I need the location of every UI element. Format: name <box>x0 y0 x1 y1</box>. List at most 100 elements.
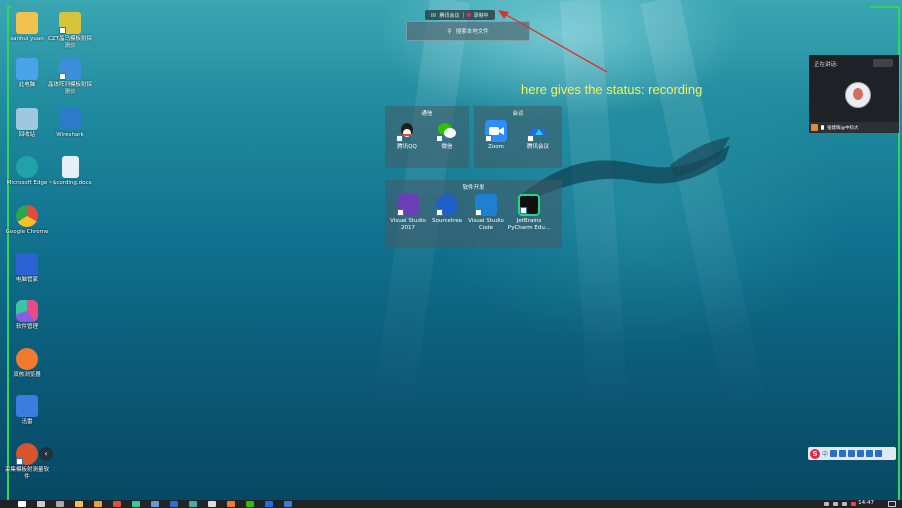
start-button[interactable] <box>18 501 26 507</box>
sogou-logo-icon: S <box>810 448 820 459</box>
taskbar-app-icon[interactable] <box>208 501 216 507</box>
pc-manager-icon <box>16 253 38 275</box>
wireshark-icon <box>59 108 81 130</box>
desktop-icon-chrome[interactable]: Google Chrome <box>5 205 49 236</box>
notification-icon[interactable] <box>888 501 896 507</box>
group-item-label: Visual Studio Code <box>468 218 504 231</box>
collapse-toolbar-button[interactable]: ‹ <box>39 447 53 461</box>
group-item-label: JetBrains PyCharm Edu... <box>507 218 551 231</box>
desktop-icon-label: sanhui yuan <box>10 36 44 42</box>
annotation-arrow <box>498 10 608 73</box>
volume-icon[interactable] <box>842 502 847 506</box>
desktop-icon-software-manager[interactable]: 软件管理 <box>5 300 49 331</box>
keyboard-icon[interactable] <box>857 450 865 457</box>
voice-input-icon[interactable] <box>848 450 856 457</box>
visual-studio-icon <box>397 194 419 216</box>
desktop-icon-label: 采集模板射测量软件 <box>5 467 50 480</box>
desktop-icon-wireshark[interactable]: Wireshark <box>48 108 92 139</box>
task-view-icon[interactable] <box>56 501 64 507</box>
taskbar-app-icon[interactable] <box>265 501 273 507</box>
group-item-label: 腾讯QQ <box>397 144 417 150</box>
chevron-up-icon[interactable] <box>824 502 829 506</box>
desktop-icon-recycle-bin[interactable]: 回收站 <box>5 108 49 139</box>
recycle-bin-icon <box>16 108 38 130</box>
punctuation-icon[interactable] <box>830 450 838 457</box>
taskbar-clock[interactable]: 14:47 <box>858 500 874 507</box>
qq-icon <box>396 120 418 142</box>
desktop-wallpaper <box>0 0 902 508</box>
emoji-icon[interactable] <box>839 450 847 457</box>
system-tray <box>824 502 856 506</box>
desktop-icon-browser[interactable]: 双核浏览器 <box>5 348 49 379</box>
desktop-icon-thunder[interactable]: 迅雷 <box>5 395 49 426</box>
user-folder-icon <box>16 12 38 34</box>
desktop-icon-pc-manager[interactable]: 电脑管家 <box>5 253 49 284</box>
group-item-pycharm[interactable]: JetBrains PyCharm Edu... <box>507 194 551 231</box>
ime-toolbar[interactable]: S 中 <box>808 447 896 460</box>
fence-group-meeting: 会议 Zoom 腾讯会议 <box>474 106 562 168</box>
taskbar-tencent-meeting-icon[interactable] <box>284 501 292 507</box>
group-item-vscode[interactable]: Visual Studio Code <box>468 194 504 231</box>
desktop-icon-this-pc[interactable]: 此电脑 <box>5 58 49 89</box>
group-item-sourcetree[interactable]: Sourcetree <box>429 194 465 225</box>
tencent-meeting-icon <box>527 120 549 142</box>
avatar <box>845 82 871 108</box>
group-item-zoom[interactable]: Zoom <box>479 120 513 151</box>
desktop-icon-crystal-detector[interactable]: 晶体阵列模板射探测仪 <box>48 58 92 95</box>
speaker-info-bar: 张建辉@中科大 <box>809 122 899 133</box>
taskbar-app-icon[interactable] <box>227 501 235 507</box>
taskbar-app-icon[interactable] <box>132 501 140 507</box>
group-item-label: Sourcetree <box>432 218 462 224</box>
group-item-label: 微信 <box>441 144 453 150</box>
screen-share-border <box>7 6 11 8</box>
app-shortcut-icon <box>59 12 81 34</box>
chevron-left-icon: ‹ <box>44 449 48 458</box>
network-icon[interactable] <box>833 502 838 506</box>
group-item-wechat[interactable]: 微信 <box>430 120 464 151</box>
group-item-label: 腾讯会议 <box>526 144 549 150</box>
group-item-qq[interactable]: 腾讯QQ <box>390 120 424 151</box>
browser-icon <box>16 348 38 370</box>
wechat-icon <box>436 120 458 142</box>
software-manager-icon <box>16 300 38 322</box>
taskbar-app-icon[interactable] <box>151 501 159 507</box>
meeting-status-bar[interactable]: 腾讯会议 录制中 <box>425 10 495 20</box>
app-shortcut-icon <box>16 443 38 465</box>
desktop-icon-label: 双核浏览器 <box>13 372 41 378</box>
taskbar-wechat-icon[interactable] <box>246 501 254 507</box>
light-ray <box>640 0 767 415</box>
screen-share-border <box>870 6 900 8</box>
signal-icon <box>431 13 437 17</box>
desktop-icon-edge[interactable]: Microsoft Edge <box>5 156 49 187</box>
desktop-icon-label: Google Chrome <box>5 229 49 235</box>
more-options-icon[interactable] <box>873 59 893 67</box>
desktop-icon-word-doc[interactable]: ~$cording.docx <box>48 156 92 187</box>
chinese-mode-icon[interactable]: 中 <box>822 449 828 458</box>
taskbar-folder-icon[interactable] <box>94 501 102 507</box>
taskbar-search-icon[interactable] <box>37 501 45 507</box>
participant-avatar-icon <box>811 124 818 131</box>
desktop-icon-label: Wireshark <box>56 132 84 138</box>
desktop-icon-label: CZT晶马模板射探测仪 <box>48 36 92 49</box>
recording-dot-icon <box>466 13 471 17</box>
group-item-label: Visual Studio 2017 <box>390 218 426 231</box>
desktop-icon-user-folder[interactable]: sanhui yuan <box>5 12 49 43</box>
desktop-icon-label: ~$cording.docx <box>48 180 92 186</box>
group-item-tencent-meeting[interactable]: 腾讯会议 <box>521 120 555 151</box>
taskbar-explorer-icon[interactable] <box>75 501 83 507</box>
ime-indicator-icon[interactable] <box>851 502 856 506</box>
taskbar-chrome-icon[interactable] <box>113 501 121 507</box>
toolbox-icon[interactable] <box>875 450 883 457</box>
taskbar-app-icon[interactable] <box>189 501 197 507</box>
edge-icon <box>16 156 38 178</box>
desktop-icon-czt-detector[interactable]: CZT晶马模板射探测仪 <box>48 12 92 49</box>
zoom-icon <box>485 120 507 142</box>
active-speaker-panel[interactable]: 正在讲话: 张建辉@中科大 <box>809 55 899 133</box>
computer-icon <box>16 58 38 80</box>
annotation-text: here gives the status: recording <box>521 82 703 97</box>
app-shortcut-icon <box>59 58 81 80</box>
skin-icon[interactable] <box>866 450 874 457</box>
group-item-visual-studio[interactable]: Visual Studio 2017 <box>390 194 426 231</box>
thunder-icon <box>16 395 38 417</box>
taskbar-app-icon[interactable] <box>170 501 178 507</box>
